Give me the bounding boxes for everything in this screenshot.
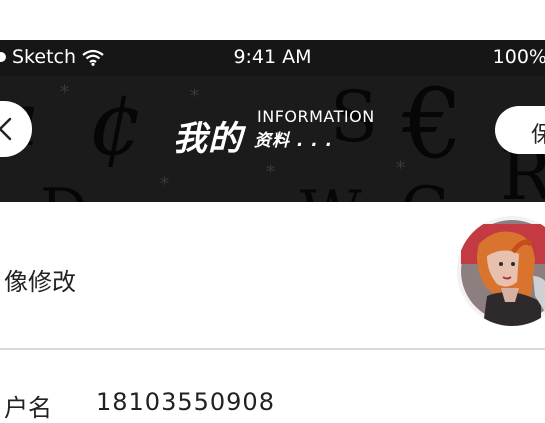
chevron-left-icon <box>0 117 12 141</box>
page-subtitle: 资料 . . . <box>254 131 334 151</box>
back-button[interactable] <box>0 101 32 157</box>
username-label: 户名 <box>4 394 52 422</box>
status-bar: Sketch 9:41 AM 100% <box>0 40 545 76</box>
decor-glyph: D <box>40 176 88 202</box>
decor-star: * <box>190 86 199 107</box>
decor-star: * <box>60 82 69 103</box>
decor-glyph: € <box>402 76 464 180</box>
decor-star: * <box>396 158 405 179</box>
header-banner: a * ¢ S € R * * * D W C * 我的 INFORMATION… <box>0 76 545 202</box>
decor-star: * <box>266 162 275 183</box>
decor-glyph: W <box>300 178 362 202</box>
username-row[interactable]: 户名 18103550908 <box>0 350 545 422</box>
page-title-english: INFORMATION <box>257 107 375 126</box>
avatar-edit-label: 像修改 <box>4 268 76 296</box>
page-title: 我的 <box>173 119 243 159</box>
save-button-label: 保 <box>531 123 545 148</box>
avatar[interactable] <box>457 216 545 326</box>
username-value: 18103550908 <box>96 388 275 416</box>
avatar-portrait-image <box>457 216 545 326</box>
battery-label: 100% <box>492 46 545 68</box>
decor-glyph: ¢ <box>88 76 144 175</box>
avatar-edit-row[interactable]: 像修改 <box>0 202 545 350</box>
status-time: 9:41 AM <box>233 46 312 68</box>
decor-star: * <box>160 174 169 195</box>
save-button[interactable]: 保 <box>495 106 545 154</box>
decor-glyph: C <box>400 174 449 202</box>
